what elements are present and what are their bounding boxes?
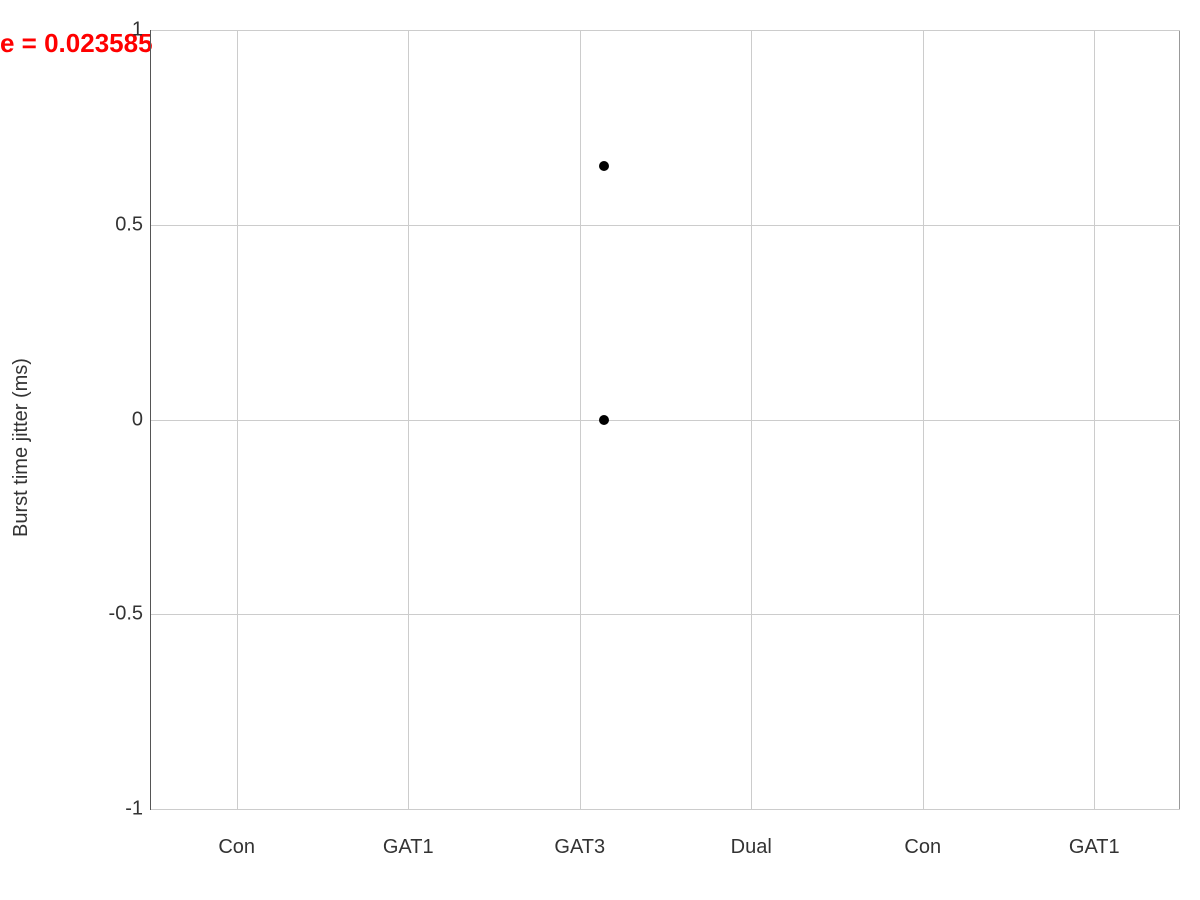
grid-line-x0 xyxy=(237,30,238,809)
x-label-gat1-1: GAT1 xyxy=(383,836,434,859)
pvalue-text: e = 0.023585 xyxy=(0,28,153,58)
grid-line-y0 xyxy=(151,420,1180,421)
chart-container: e = 0.023585 Burst time jitter (ms) 1 0.… xyxy=(0,0,1200,900)
grid-line-ym1 xyxy=(151,809,1180,810)
y-tick-m05: -0.5 xyxy=(109,603,143,626)
x-label-gat3: GAT3 xyxy=(554,836,605,859)
chart-plot-area: 1 0.5 0 -0.5 -1 Con GAT1 GAT3 Dual Con xyxy=(150,30,1180,810)
x-label-gat1-2: GAT1 xyxy=(1069,836,1120,859)
y-axis-title: Burst time jitter (ms) xyxy=(10,358,60,537)
y-tick-0: 0 xyxy=(132,408,143,431)
y-tick-05: 0.5 xyxy=(115,213,143,236)
x-label-con2: Con xyxy=(904,836,941,859)
y-tick-m1: -1 xyxy=(125,798,143,821)
x-label-con1: Con xyxy=(218,836,255,859)
grid-line-x1 xyxy=(408,30,409,809)
grid-line-x3 xyxy=(751,30,752,809)
grid-line-x2 xyxy=(580,30,581,809)
grid-line-y1 xyxy=(151,30,1180,31)
data-point-gat3-065 xyxy=(599,161,609,171)
data-point-gat3-zero xyxy=(599,415,609,425)
grid-line-x5 xyxy=(1094,30,1095,809)
pvalue-annotation: e = 0.023585 xyxy=(0,28,153,59)
y-tick-1: 1 xyxy=(132,19,143,42)
grid-line-ym05 xyxy=(151,614,1180,615)
grid-line-y05 xyxy=(151,225,1180,226)
x-label-dual: Dual xyxy=(731,836,772,859)
grid-line-x4 xyxy=(923,30,924,809)
